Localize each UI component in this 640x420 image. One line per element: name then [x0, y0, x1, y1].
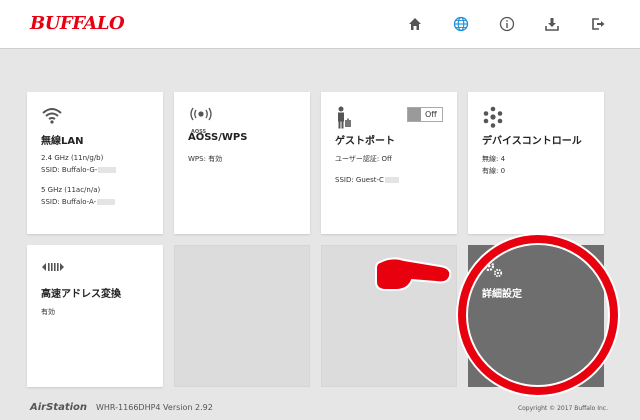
guest-port-card[interactable]: Off ゲストポート ユーザー認証: Off SSID: Guest-C	[321, 92, 457, 234]
device-control-card[interactable]: デバイスコントロール 無線: 4 有線: 0	[468, 92, 604, 234]
speed-arrows-icon	[41, 259, 65, 278]
redacted-block	[384, 177, 399, 183]
copyright-text: Copyright © 2017 Buffalo Inc.	[517, 405, 608, 412]
guest-ssid-text: SSID: Guest-C	[335, 176, 384, 184]
devices-icon	[482, 106, 504, 132]
toggle-label: Off	[425, 110, 437, 119]
redacted-block	[98, 167, 117, 173]
ssid-5-text: SSID: Buffalo-A-	[41, 198, 97, 206]
wireless-count-text: 無線: 4	[482, 155, 506, 163]
guest-ssid-line: SSID: Guest-C	[335, 176, 399, 184]
empty-card-slot	[321, 245, 457, 387]
advanced-settings-card[interactable]: 詳細設定	[468, 245, 604, 387]
wireless-lan-card[interactable]: 無線LAN 2.4 GHz (11n/g/b) SSID: Buffalo-G-…	[27, 92, 163, 234]
card-title: 無線LAN	[41, 136, 84, 147]
model-version-text: WHR-1166DHP4 Version 2.92	[96, 403, 213, 412]
user-auth-text: ユーザー認証: Off	[335, 155, 392, 163]
ssid-5-line: SSID: Buffalo-A-	[41, 198, 116, 206]
fast-nat-card[interactable]: 高速アドレス変換 有効	[27, 245, 163, 387]
band-24-text: 2.4 GHz (11n/g/b)	[41, 154, 104, 162]
empty-card-slot	[174, 245, 310, 387]
wifi-icon	[41, 106, 63, 128]
toggle-knob	[408, 108, 421, 121]
guest-port-toggle[interactable]: Off	[407, 107, 443, 122]
card-title: AOSS/WPS	[188, 132, 248, 143]
wired-count-text: 有線: 0	[482, 167, 506, 175]
globe-icon[interactable]	[451, 14, 471, 34]
home-icon[interactable]	[405, 14, 425, 34]
info-icon[interactable]	[497, 14, 517, 34]
download-icon[interactable]	[542, 14, 562, 34]
card-title: ゲストポート	[335, 136, 395, 147]
ssid-24-line: SSID: Buffalo-G-	[41, 166, 117, 174]
wps-status-text: WPS: 有効	[188, 155, 223, 163]
card-title: デバイスコントロール	[482, 136, 582, 147]
buffalo-logo: BUFFALO	[30, 13, 125, 34]
ssid-24-text: SSID: Buffalo-G-	[41, 166, 98, 174]
card-title: 詳細設定	[482, 289, 522, 300]
fast-nat-status-text: 有効	[41, 308, 55, 316]
aoss-wps-card[interactable]: AOSS AOSS/WPS WPS: 有効	[174, 92, 310, 234]
logout-icon[interactable]	[588, 14, 608, 34]
footer-brand: AirStation	[30, 402, 88, 413]
band-5-text: 5 GHz (11ac/n/a)	[41, 186, 101, 194]
gears-icon	[482, 259, 504, 283]
card-title: 高速アドレス変換	[41, 289, 121, 300]
aoss-icon: AOSS	[188, 106, 214, 135]
top-header: BUFFALO	[0, 0, 640, 49]
redacted-block	[97, 199, 116, 205]
guest-person-icon	[335, 106, 353, 134]
